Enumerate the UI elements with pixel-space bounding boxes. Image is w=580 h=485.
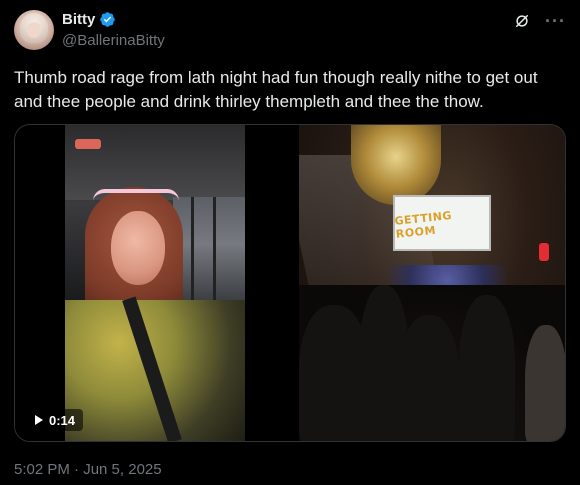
video-frame-car [65, 125, 245, 441]
top-actions: ··· [513, 12, 566, 30]
grok-icon[interactable] [513, 12, 531, 30]
chandelier [351, 125, 441, 205]
media-container[interactable]: 0:14 GETTING ROOM [14, 124, 566, 442]
crowd-person [459, 295, 515, 441]
video-thumbnail[interactable]: 0:14 [15, 125, 297, 441]
author-name-row: Bitty [62, 11, 116, 28]
play-icon [35, 415, 43, 425]
window-pole [213, 197, 216, 302]
tweet: Bitty @BallerinaBitty ··· Thumb road rag… [0, 0, 580, 485]
crowd [299, 285, 565, 441]
tweet-text: Thumb road rage from lath night had fun … [14, 68, 538, 111]
crowd-person [399, 315, 459, 441]
video-duration: 0:14 [49, 412, 76, 428]
image-venue[interactable]: GETTING ROOM [299, 125, 565, 441]
window-pole [191, 197, 194, 302]
red-lamp [539, 243, 549, 261]
author-display-name[interactable]: Bitty [62, 11, 95, 28]
person-headband [93, 189, 179, 201]
avatar[interactable] [14, 10, 54, 50]
author-handle[interactable]: @BallerinaBitty [62, 32, 165, 49]
venue-sign: GETTING ROOM [393, 195, 491, 251]
car-window [173, 197, 245, 302]
venue-sign-text: GETTING ROOM [393, 208, 453, 241]
crowd-person [525, 325, 565, 441]
tweet-timestamp[interactable]: 5:02 PM · Jun 5, 2025 [14, 461, 162, 478]
video-play-badge[interactable]: 0:14 [27, 409, 84, 431]
verified-badge-icon[interactable] [99, 11, 116, 28]
avatar-face [27, 22, 41, 38]
person-face [111, 211, 165, 285]
more-icon[interactable]: ··· [545, 12, 566, 30]
car-dome-light [75, 139, 101, 149]
